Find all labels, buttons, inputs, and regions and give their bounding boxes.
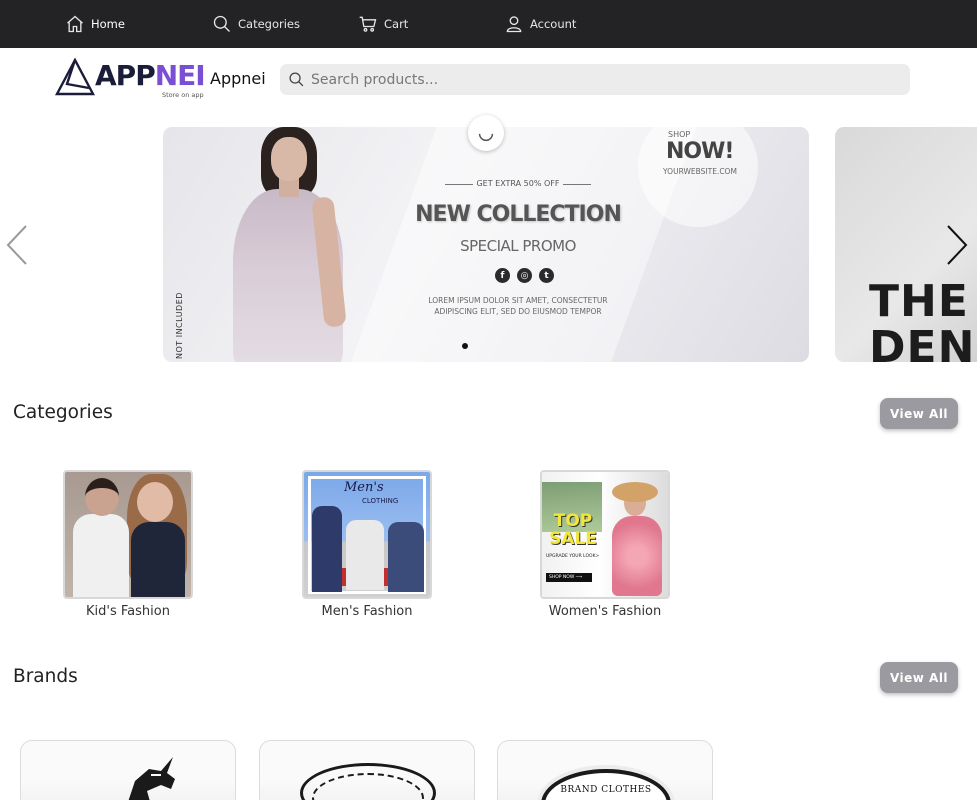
categories-view-all-button[interactable]: View All [880, 398, 958, 429]
nav-account[interactable]: Account [504, 0, 576, 48]
promo-title: NEW COLLECTION [415, 202, 622, 227]
top-nav-bar: Home Categories Cart Account [0, 0, 977, 48]
instagram-icon: ◎ [517, 268, 532, 283]
nav-cart[interactable]: Cart [358, 0, 408, 48]
promo-body-text: LOREM IPSUM DOLOR SIT AMET, CONSECTETUR … [428, 296, 608, 316]
app-name: Appnei [210, 69, 266, 88]
category-mens-fashion[interactable]: Men's CLOTHING Men's Fashion [282, 470, 452, 619]
next-slide-text: THE DEN [869, 276, 976, 363]
category-label: Men's Fashion [321, 604, 413, 619]
category-label: Women's Fashion [548, 604, 662, 619]
home-icon [67, 15, 83, 33]
promo-pretitle: GET EXTRA 50% OFF [443, 179, 593, 188]
logo-mark-icon [55, 58, 95, 96]
brand-card-greek-key[interactable] [259, 740, 475, 800]
search-input[interactable] [311, 71, 891, 88]
categories-title: Categories [13, 402, 113, 423]
carousel-indicator-dot[interactable] [462, 343, 468, 349]
category-kids-fashion[interactable]: Kid's Fashion [43, 470, 213, 619]
nav-cart-label: Cart [384, 17, 409, 31]
category-label: Kid's Fashion [86, 604, 170, 619]
nav-categories[interactable]: Categories [212, 0, 300, 48]
nav-categories-label: Categories [238, 17, 300, 31]
loading-spinner-icon [468, 115, 504, 151]
nav-home[interactable]: Home [65, 0, 125, 48]
facebook-icon: f [495, 268, 510, 283]
app-logo[interactable]: APPNEI Store on app Appnei [55, 58, 270, 102]
carousel-slide-active[interactable]: NOT INCLUDED GET EXTRA 50% OFF NEW COLLE… [163, 127, 809, 362]
brand-card-unicorn[interactable] [20, 740, 236, 800]
brands-title: Brands [13, 666, 78, 687]
twitter-icon: t [539, 268, 554, 283]
promo-subtitle: SPECIAL PROMO [460, 237, 576, 255]
category-kids-image [63, 470, 193, 599]
carousel-next-arrow-icon[interactable] [942, 220, 972, 270]
carousel-prev-arrow-icon[interactable] [2, 220, 32, 270]
slide-vertical-text: NOT INCLUDED [175, 292, 184, 359]
shop-now-text: NOW! [666, 139, 734, 164]
nav-account-label: Account [530, 17, 577, 31]
search-icon [213, 15, 230, 32]
brand-clothes-label: BRAND CLOTHES [560, 785, 652, 795]
shop-website-text: YOURWEBSITE.COM [663, 167, 737, 176]
promo-carousel: NOT INCLUDED GET EXTRA 50% OFF NEW COLLE… [0, 115, 977, 370]
logo-tagline: Store on app [162, 91, 204, 99]
search-icon [289, 72, 304, 87]
unicorn-logo-icon [128, 757, 175, 800]
brands-view-all-button[interactable]: View All [880, 662, 958, 693]
category-womens-fashion[interactable]: TOP SALE UPGRADE YOUR LOOK> SHOP NOW ⟶ W… [520, 470, 690, 619]
search-bar[interactable] [280, 64, 910, 95]
nav-home-label: Home [91, 17, 125, 31]
user-icon [506, 16, 522, 33]
logo-wordmark: APPNEI [95, 59, 206, 92]
category-womens-image: TOP SALE UPGRADE YOUR LOOK> SHOP NOW ⟶ [540, 470, 670, 599]
social-icons: f ◎ t [495, 268, 554, 283]
shop-pretext: SHOP [668, 130, 691, 139]
brand-card-brand-clothes[interactable]: BRAND CLOTHES [497, 740, 713, 800]
category-mens-image: Men's CLOTHING [302, 470, 432, 599]
slide-model-image [203, 127, 363, 362]
cart-icon [359, 16, 377, 32]
